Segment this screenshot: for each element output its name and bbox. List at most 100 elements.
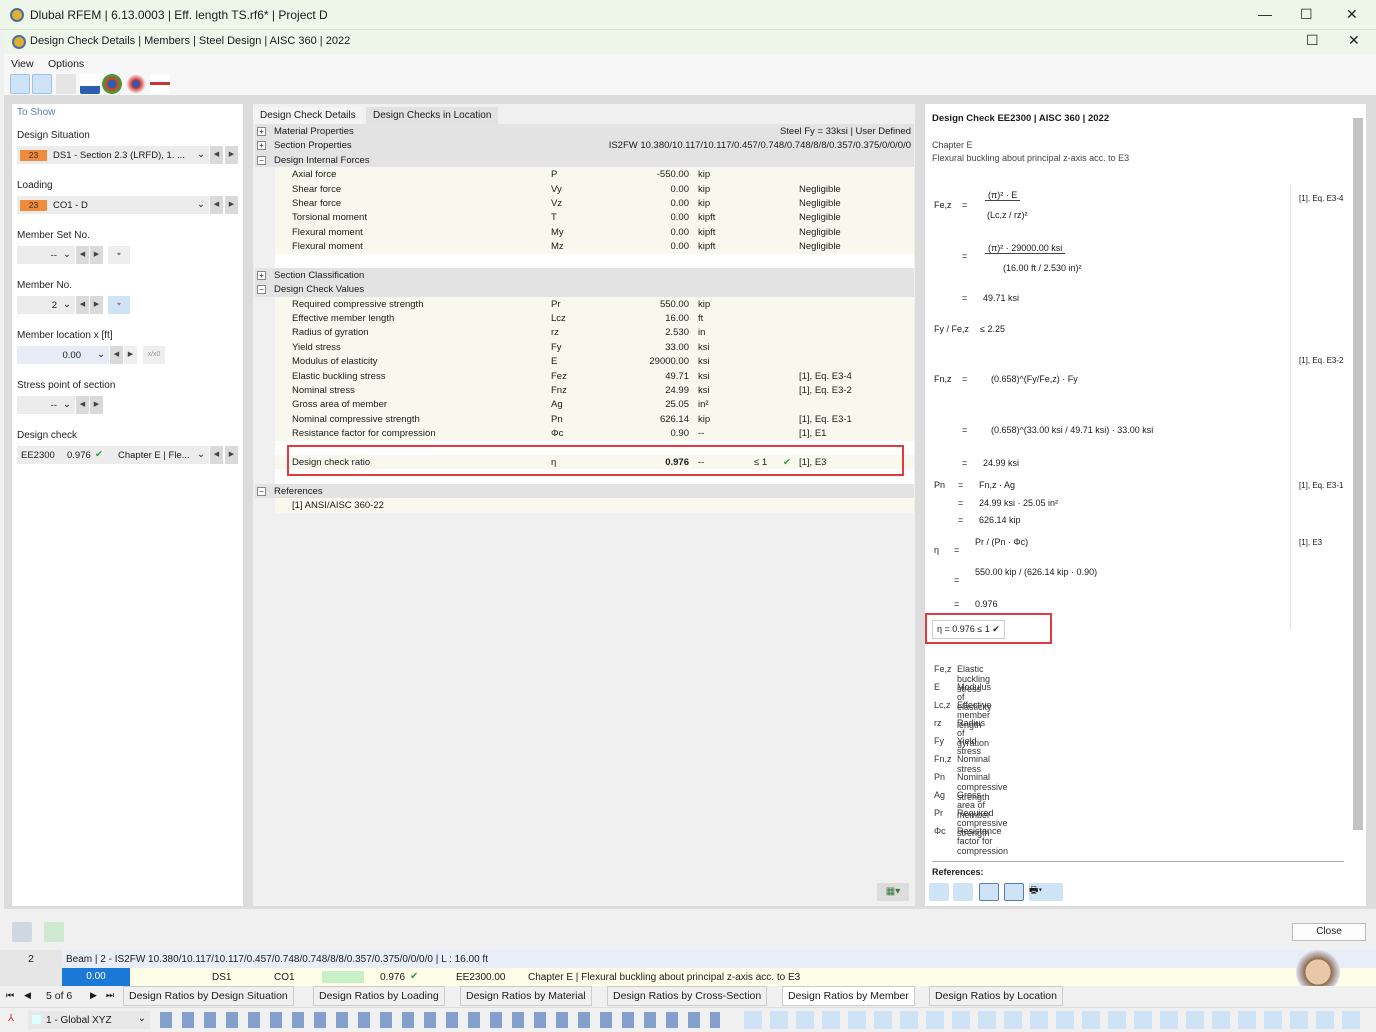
app-icon [10, 8, 24, 22]
next-button[interactable]: ▶ [90, 246, 103, 264]
prev-button[interactable]: ◀ [76, 246, 89, 264]
expand-toggle-icon[interactable]: − [257, 285, 266, 295]
prev-button[interactable]: ◀ [210, 196, 223, 214]
prev-button[interactable]: ◀ [76, 396, 89, 414]
tree-row: Torsional moment T 0.00 kipft Negligible [275, 210, 914, 225]
expand-toggle-icon[interactable]: − [257, 486, 266, 496]
row-label: Modulus of elasticity [292, 356, 378, 368]
swap-icon[interactable] [929, 883, 949, 901]
axes-icon[interactable]: ⅄ [8, 1013, 14, 1024]
display-tools-icons[interactable] [744, 1011, 1364, 1029]
stress-point-select[interactable]: -- ⌄ [17, 396, 75, 414]
prev-button[interactable]: ◀ [210, 446, 223, 464]
tree-group[interactable]: − References [255, 483, 914, 499]
row-unit: ksi [698, 356, 710, 368]
tab-design-check-details[interactable]: Design Check Details [253, 107, 363, 124]
view-tools-icons[interactable] [160, 1012, 720, 1028]
select-location-icon[interactable] [32, 74, 52, 94]
maximize-button[interactable]: ☐ [1300, 6, 1313, 23]
decimal-icon[interactable] [44, 922, 64, 942]
scrollbar[interactable] [1353, 118, 1363, 830]
formula-eq: = [962, 293, 968, 303]
expand-toggle-icon[interactable]: − [257, 155, 266, 165]
print-icon[interactable]: 🖶▾ [1029, 883, 1063, 901]
coordinate-system-select[interactable]: 1 - Global XYZ ⌄ [28, 1011, 150, 1029]
next-button[interactable]: ▶ [225, 146, 238, 164]
tree-row: Resistance factor for compression Φc 0.90-… [275, 426, 914, 441]
next-button[interactable]: ▶ [225, 196, 238, 214]
page-indicator: 5 of 6 [46, 990, 73, 1002]
tab-by-member[interactable]: Design Ratios by Member [782, 986, 915, 1006]
ds-badge: 23 [20, 150, 47, 161]
row-note: Negligible [799, 241, 841, 253]
select-member-icon[interactable] [10, 74, 30, 94]
formula-expression: Fn,z · Ag [979, 480, 1016, 490]
materials-icon[interactable] [102, 74, 122, 94]
expand-toggle-icon[interactable]: + [257, 141, 266, 151]
table-row[interactable]: 0.00 DS1 CO1 0.976 ✔ EE2300.00 Chapter E… [62, 968, 1376, 986]
tree-row: Effective member length Lcz 16.00 ft [275, 311, 914, 326]
row-unit: ft [698, 313, 704, 325]
member-select[interactable]: 2 ⌄ [17, 296, 75, 314]
formula-icon[interactable] [979, 883, 999, 901]
export-excel-icon[interactable]: ▦▾ [877, 883, 909, 901]
check-subtitle: Flexural buckling about principal z-axis… [932, 153, 1130, 163]
menu-options[interactable]: Options [48, 58, 84, 70]
prev-page-icon[interactable]: ◀ [24, 990, 31, 1001]
minimize-button[interactable]: — [1258, 6, 1272, 22]
location-cell[interactable]: 0.00 [62, 968, 130, 986]
row-label: Gross area of member [292, 399, 388, 411]
next-button[interactable]: ▶ [90, 296, 103, 314]
list-icon[interactable] [953, 883, 973, 901]
next-button[interactable]: ▶ [90, 396, 103, 414]
tab-design-checks-in-location[interactable]: Design Checks in Location [366, 107, 499, 124]
loading-select[interactable]: 23 CO1 - D ⌄ [17, 196, 209, 214]
search-icon[interactable] [12, 922, 32, 942]
member-icon[interactable] [80, 74, 100, 94]
tree-group[interactable]: + Material Properties Steel Fy = 33ksi | U… [255, 124, 914, 139]
tree-group[interactable]: + Section Properties IS2FW 10.380/10.117/1… [255, 138, 914, 153]
prev-button[interactable]: ◀ [110, 346, 123, 364]
dialog-maximize-button[interactable]: ☐ [1306, 32, 1319, 49]
tab-by-cross-section[interactable]: Design Ratios by Cross-Section [607, 986, 768, 1006]
dialog-close-button[interactable]: ✕ [1348, 32, 1360, 49]
close-window-button[interactable]: ✕ [1346, 6, 1358, 23]
tab-by-material[interactable]: Design Ratios by Material [460, 986, 592, 1006]
tab-by-location[interactable]: Design Ratios by Location [929, 986, 1063, 1006]
menu-view[interactable]: View [11, 58, 34, 70]
next-page-icon[interactable]: ▶ [90, 990, 97, 1001]
pick-member-icon[interactable]: ⌖ [108, 296, 130, 314]
section-info-icon[interactable] [126, 74, 146, 94]
tree-group[interactable]: − Design Internal Forces [255, 152, 914, 168]
legend-symbol: Pn [934, 772, 946, 782]
next-button[interactable]: ▶ [124, 346, 137, 364]
last-page-icon[interactable]: ⏭ [106, 990, 114, 1001]
first-page-icon[interactable]: ⏮ [6, 990, 14, 1001]
prev-button[interactable]: ◀ [76, 296, 89, 314]
tab-by-design-situation[interactable]: Design Ratios by Design Situation [123, 986, 294, 1006]
prev-button[interactable]: ◀ [210, 146, 223, 164]
divider [932, 861, 1344, 862]
row-unit: -- [698, 428, 705, 440]
design-situation-select[interactable]: 23 DS1 - Section 2.3 (LRFD), 1. ... ⌄ [17, 146, 209, 164]
row-value: 25.05 [665, 399, 689, 411]
expand-toggle-icon[interactable]: + [257, 127, 266, 136]
close-button[interactable]: Close [1292, 923, 1366, 941]
window-icon[interactable] [1004, 883, 1024, 901]
design-check-select[interactable]: EE2300 0.976 ✔ Chapter E | Fle... ⌄ [17, 446, 209, 464]
member-set-select[interactable]: -- ⌄ [17, 246, 75, 264]
tree-group[interactable]: + Section Classification [255, 267, 914, 283]
row-label: Radius of gyration [292, 327, 369, 339]
section-icon[interactable] [56, 74, 76, 94]
relative-location-button[interactable]: x/x0 [143, 346, 165, 364]
stress-icon[interactable] [150, 74, 170, 94]
location-select[interactable]: 0.00 ⌄ [17, 346, 109, 364]
next-button[interactable]: ▶ [225, 446, 238, 464]
tree-row: Required compressive strength Pr 550.00 kip [275, 296, 914, 312]
pick-cursor-icon[interactable]: ⌖ [108, 246, 130, 264]
expand-toggle-icon[interactable]: + [257, 270, 266, 280]
tree-group[interactable]: − Design Check Values [255, 282, 914, 297]
color-swatch [32, 1015, 41, 1024]
tab-by-loading[interactable]: Design Ratios by Loading [313, 986, 445, 1006]
row-note: Negligible [799, 183, 841, 195]
